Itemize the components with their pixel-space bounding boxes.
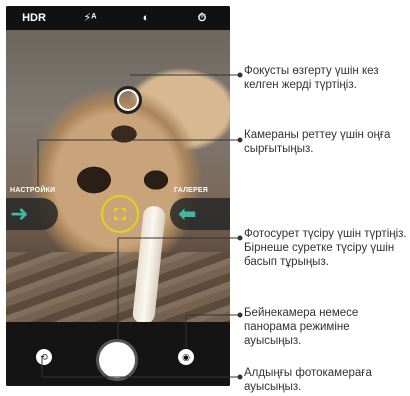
- callout-dot-focus: [237, 72, 243, 78]
- camera-screen: HDR ⚡ᴬ ◐ ⏱ НАСТРОЙКИ ГАЛЕРЕЯ ➜ ⬅ ⟲ ◉: [6, 6, 230, 386]
- camera-bottom-bar: ⟲ ◉: [6, 322, 230, 386]
- camera-toolbar: HDR ⚡ᴬ ◐ ⏱: [6, 6, 230, 30]
- arrow-left-icon: ⬅: [178, 201, 197, 226]
- settings-label: НАСТРОЙКИ: [10, 187, 56, 194]
- callout-focus: Фокусты өзгерту үшін кез келген жерді тү…: [244, 65, 379, 91]
- focus-frame-icon: [101, 195, 139, 233]
- settings-swipe-handle[interactable]: ➜: [6, 198, 58, 230]
- viewfinder-background: [6, 252, 230, 322]
- flash-auto-icon[interactable]: ⚡ᴬ: [78, 6, 102, 30]
- callout-mode: Бейнекамера немесе панорама режиміне ауы…: [244, 307, 359, 347]
- mode-switch-button[interactable]: ◉: [178, 349, 194, 365]
- callout-dot-mode: [237, 312, 243, 318]
- focus-point[interactable]: [114, 86, 142, 114]
- callout-dot-shutter: [237, 235, 243, 241]
- front-camera-switch-button[interactable]: ⟲: [36, 349, 52, 365]
- viewfinder[interactable]: НАСТРОЙКИ ГАЛЕРЕЯ ➜ ⬅: [6, 30, 230, 325]
- photo-effects-icon[interactable]: ◐: [134, 6, 158, 30]
- timer-icon[interactable]: ⏱: [190, 6, 214, 30]
- callout-settings: Камераны реттеу үшін оңға сырғытыңыз.: [244, 129, 391, 155]
- gallery-swipe-handle[interactable]: ⬅: [170, 198, 230, 230]
- gallery-label: ГАЛЕРЕЯ: [174, 187, 209, 194]
- hdr-icon[interactable]: HDR: [22, 6, 46, 30]
- camera-icon: ◉: [182, 351, 190, 362]
- camera-switch-icon: ⟲: [40, 351, 48, 362]
- callout-dot-front: [237, 374, 243, 380]
- arrow-right-icon: ➜: [10, 201, 29, 226]
- callout-front-camera: Алдыңғы фотокамераға ауысыңыз.: [244, 367, 372, 393]
- callout-shutter: Фотосурет түсіру үшін түртіңіз. Бірнеше …: [244, 228, 407, 268]
- callout-dot-settings: [237, 137, 243, 143]
- shutter-button[interactable]: [96, 339, 138, 381]
